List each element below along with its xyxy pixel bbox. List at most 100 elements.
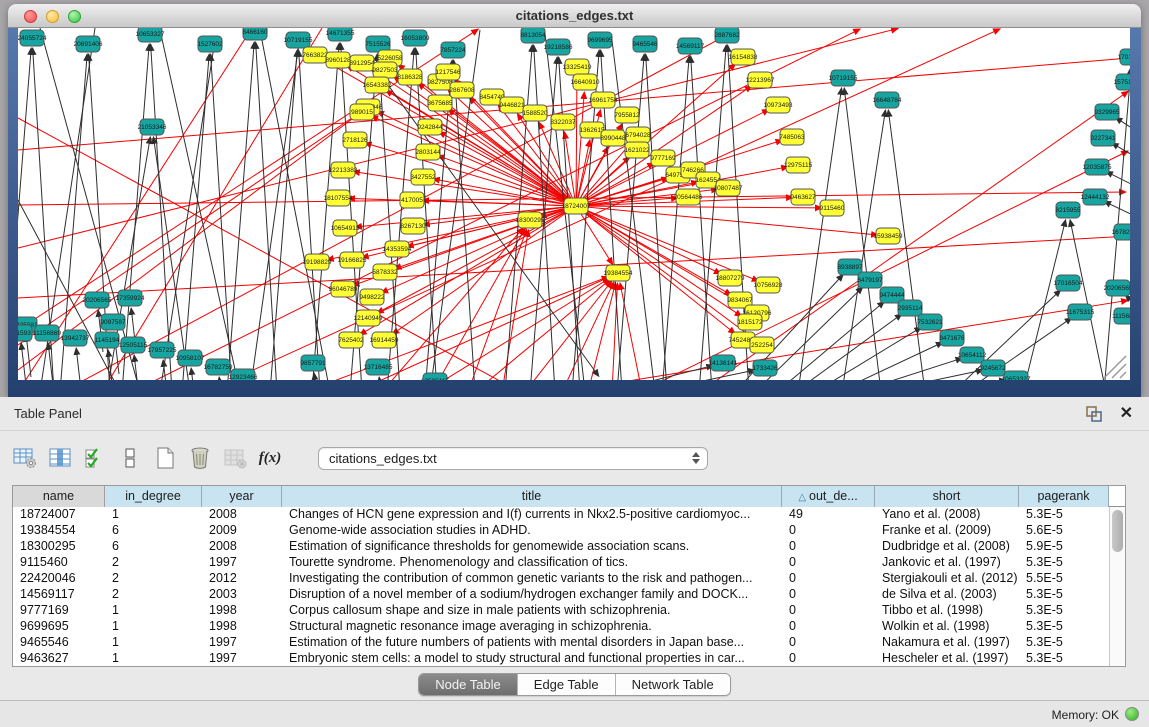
table-cell[interactable]: Dudbridge et al. (2008) xyxy=(875,539,1019,555)
close-panel-icon[interactable]: ✕ xyxy=(1120,403,1133,423)
tab-network-table[interactable]: Network Table xyxy=(616,674,730,695)
table-cell[interactable]: 1 xyxy=(105,635,202,651)
table-cell[interactable]: Jankovic et al. (1997) xyxy=(875,555,1019,571)
table-cell[interactable]: 1997 xyxy=(202,555,282,571)
table-settings-icon[interactable] xyxy=(12,445,38,471)
table-cell[interactable]: 0 xyxy=(782,635,875,651)
table-row[interactable]: 2242004622012Investigating the contribut… xyxy=(13,571,1109,587)
scrollbar-thumb[interactable] xyxy=(1112,510,1123,552)
table-cell[interactable]: 49 xyxy=(782,507,875,523)
table-row[interactable]: 1938455462009Genome-wide association stu… xyxy=(13,523,1109,539)
table-cell[interactable]: Hescheler et al. (1997) xyxy=(875,651,1019,666)
column-header-short[interactable]: short xyxy=(875,486,1019,507)
table-cell[interactable]: Franke et al. (2009) xyxy=(875,523,1019,539)
table-cell[interactable]: 9465546 xyxy=(13,635,105,651)
table-cell[interactable]: Estimation of the future numbers of pati… xyxy=(282,635,782,651)
table-cell[interactable]: Embryonic stem cells: a model to study s… xyxy=(282,651,782,666)
delete-column-icon[interactable] xyxy=(187,445,213,471)
table-cell[interactable]: 5.3E-5 xyxy=(1019,635,1109,651)
table-cell[interactable]: 6 xyxy=(105,539,202,555)
table-cell[interactable]: 2 xyxy=(105,555,202,571)
table-cell[interactable]: 19384554 xyxy=(13,523,105,539)
delete-table-icon[interactable] xyxy=(222,445,248,471)
table-cell[interactable]: 5.3E-5 xyxy=(1019,587,1109,603)
table-cell[interactable]: 5.9E-5 xyxy=(1019,539,1109,555)
select-columns-icon[interactable] xyxy=(47,445,73,471)
table-selector[interactable]: citations_edges.txt xyxy=(318,447,708,470)
table-cell[interactable]: 1 xyxy=(105,507,202,523)
table-cell[interactable]: 0 xyxy=(782,539,875,555)
table-row[interactable]: 977716911998Corpus callosum shape and si… xyxy=(13,603,1109,619)
table-cell[interactable]: Estimation of significance thresholds fo… xyxy=(282,539,782,555)
resize-grip-icon[interactable] xyxy=(1104,356,1126,378)
table-cell[interactable]: 0 xyxy=(782,651,875,666)
table-cell[interactable]: 0 xyxy=(782,587,875,603)
table-cell[interactable]: 2012 xyxy=(202,571,282,587)
table-cell[interactable]: 1 xyxy=(105,619,202,635)
table-cell[interactable]: 5.3E-5 xyxy=(1019,555,1109,571)
table-cell[interactable]: 1997 xyxy=(202,635,282,651)
column-header-in_degree[interactable]: in_degree xyxy=(105,486,202,507)
column-header-title[interactable]: title xyxy=(282,486,782,507)
float-panel-icon[interactable] xyxy=(1085,405,1103,423)
table-cell[interactable]: 18724007 xyxy=(13,507,105,523)
network-view[interactable]: 2405572420691406106533271527602846616010… xyxy=(18,28,1130,380)
create-column-icon[interactable] xyxy=(152,445,178,471)
tab-edge-table[interactable]: Edge Table xyxy=(518,674,616,695)
table-cell[interactable]: Tourette syndrome. Phenomenology and cla… xyxy=(282,555,782,571)
table-cell[interactable]: Genome-wide association studies in ADHD. xyxy=(282,523,782,539)
network-canvas[interactable]: 2405572420691406106533271527602846616010… xyxy=(18,28,1130,380)
table-cell[interactable]: Wolkin et al. (1998) xyxy=(875,619,1019,635)
function-builder-icon[interactable]: f(x) xyxy=(257,445,283,471)
table-cell[interactable]: 2008 xyxy=(202,507,282,523)
row-options-icon[interactable] xyxy=(117,445,143,471)
table-cell[interactable]: 9463627 xyxy=(13,651,105,666)
table-cell[interactable]: 5.5E-5 xyxy=(1019,571,1109,587)
table-scrollbar[interactable] xyxy=(1109,507,1125,666)
table-cell[interactable]: 1998 xyxy=(202,619,282,635)
table-cell[interactable]: 1998 xyxy=(202,603,282,619)
table-cell[interactable]: 1 xyxy=(105,651,202,666)
table-cell[interactable]: 6 xyxy=(105,523,202,539)
table-row[interactable]: 969969511998Structural magnetic resonanc… xyxy=(13,619,1109,635)
table-cell[interactable]: Tibbo et al. (1998) xyxy=(875,603,1019,619)
table-row[interactable]: 911546021997Tourette syndrome. Phenomeno… xyxy=(13,555,1109,571)
table-cell[interactable]: 5.3E-5 xyxy=(1019,619,1109,635)
table-cell[interactable]: 14569117 xyxy=(13,587,105,603)
table-cell[interactable]: Changes of HCN gene expression and I(f) … xyxy=(282,507,782,523)
table-cell[interactable]: 2008 xyxy=(202,539,282,555)
table-cell[interactable]: 0 xyxy=(782,523,875,539)
table-cell[interactable]: Structural magnetic resonance image aver… xyxy=(282,619,782,635)
table-cell[interactable]: 9699695 xyxy=(13,619,105,635)
table-cell[interactable]: de Silva et al. (2003) xyxy=(875,587,1019,603)
table-cell[interactable]: 18300295 xyxy=(13,539,105,555)
table-cell[interactable]: Yano et al. (2008) xyxy=(875,507,1019,523)
table-cell[interactable]: 22420046 xyxy=(13,571,105,587)
table-cell[interactable]: 2 xyxy=(105,587,202,603)
window-title-bar[interactable]: citations_edges.txt xyxy=(8,4,1141,28)
table-cell[interactable]: 0 xyxy=(782,619,875,635)
table-cell[interactable]: 5.3E-5 xyxy=(1019,507,1109,523)
table-cell[interactable]: 9777169 xyxy=(13,603,105,619)
table-cell[interactable]: 0 xyxy=(782,571,875,587)
table-cell[interactable]: Corpus callosum shape and size in male p… xyxy=(282,603,782,619)
table-cell[interactable]: 0 xyxy=(782,603,875,619)
column-header-name[interactable]: name xyxy=(13,486,105,507)
table-row[interactable]: 946554611997Estimation of the future num… xyxy=(13,635,1109,651)
table-cell[interactable]: Nakamura et al. (1997) xyxy=(875,635,1019,651)
table-cell[interactable]: 1 xyxy=(105,603,202,619)
table-cell[interactable]: Stergiakouli et al. (2012) xyxy=(875,571,1019,587)
table-row[interactable]: 1830029562008Estimation of significance … xyxy=(13,539,1109,555)
column-header-out_de[interactable]: △out_de... xyxy=(782,486,875,507)
table-cell[interactable]: 2 xyxy=(105,571,202,587)
table-cell[interactable]: Investigating the contribution of common… xyxy=(282,571,782,587)
table-row[interactable]: 1456911722003Disruption of a novel membe… xyxy=(13,587,1109,603)
tab-node-table[interactable]: Node Table xyxy=(419,674,518,695)
table-row[interactable]: 946362711997Embryonic stem cells: a mode… xyxy=(13,651,1109,666)
table-cell[interactable]: Disruption of a novel member of a sodium… xyxy=(282,587,782,603)
table-cell[interactable]: 2009 xyxy=(202,523,282,539)
table-cell[interactable]: 5.6E-5 xyxy=(1019,523,1109,539)
column-checks-icon[interactable] xyxy=(82,445,108,471)
table-cell[interactable]: 9115460 xyxy=(13,555,105,571)
table-cell[interactable]: 5.3E-5 xyxy=(1019,651,1109,666)
